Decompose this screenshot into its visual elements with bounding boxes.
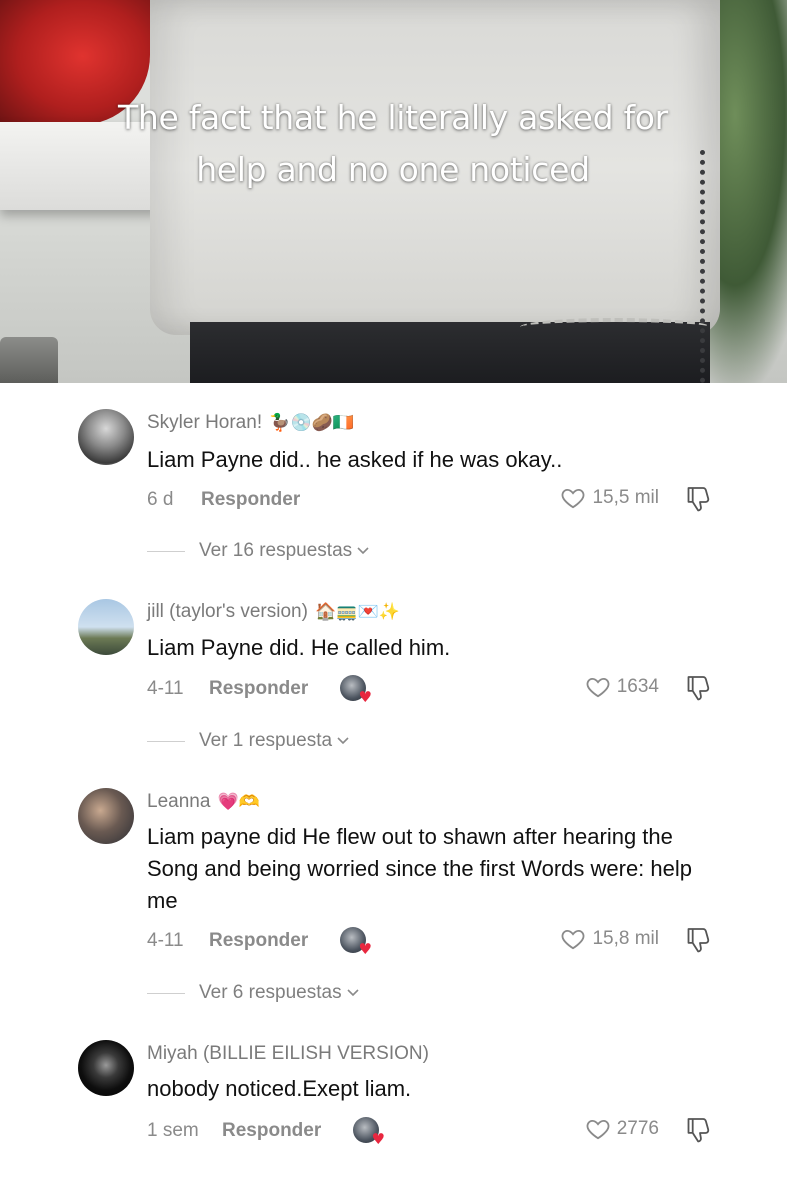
comment-username[interactable]: jill (taylor's version) 🏠🚃💌✨ [147, 601, 400, 623]
like-button[interactable]: 2776 [585, 1116, 659, 1142]
heart-icon [562, 929, 585, 950]
avatar[interactable] [78, 1040, 134, 1096]
comment-text: Liam Payne did. He called him. [147, 635, 451, 660]
dislike-icon[interactable] [683, 484, 713, 514]
reply-button[interactable]: Responder [222, 1120, 321, 1142]
heart-icon [562, 488, 585, 509]
divider-line [147, 992, 185, 994]
view-replies-button[interactable]: Ver 1 respuesta [147, 730, 350, 752]
heart-icon [586, 1119, 610, 1140]
username-emoji: 💗🫶 [217, 792, 261, 812]
comment-date: 4-11 [147, 678, 184, 699]
creator-liked-avatar: ♥ [340, 675, 372, 705]
like-button[interactable]: 15,5 mil [560, 485, 659, 511]
creator-liked-avatar: ♥ [340, 927, 372, 957]
heart-icon: ♥ [371, 1130, 385, 1148]
comment-text: nobody noticed.Exept liam. [147, 1076, 412, 1101]
username-emoji: 🏠🚃💌✨ [315, 602, 400, 622]
video-frame[interactable]: The fact that he literally asked for hel… [0, 0, 787, 383]
dislike-icon[interactable] [683, 925, 713, 955]
avatar[interactable] [78, 409, 134, 465]
reply-button[interactable]: Responder [209, 678, 308, 700]
comment-date: 4-11 [147, 930, 184, 951]
view-replies-button[interactable]: Ver 6 respuestas [147, 982, 360, 1004]
comment-date: 1 sem [147, 1120, 199, 1141]
heart-icon [586, 677, 610, 698]
creator-liked-avatar: ♥ [353, 1117, 385, 1147]
like-button[interactable]: 1634 [585, 674, 659, 700]
dislike-icon[interactable] [683, 673, 713, 703]
avatar[interactable] [78, 788, 134, 844]
video-chain [520, 318, 710, 336]
video-jar [0, 337, 58, 383]
avatar[interactable] [78, 599, 134, 655]
like-count: 2776 [616, 1118, 659, 1139]
reply-button[interactable]: Responder [201, 489, 300, 511]
video-chain-right [700, 150, 727, 383]
heart-icon: ♥ [358, 940, 372, 958]
comment-date: 6 d [147, 489, 174, 510]
like-count: 15,5 mil [592, 487, 659, 508]
chevron-down-icon [347, 989, 359, 997]
view-replies-button[interactable]: Ver 16 respuestas [147, 540, 370, 562]
like-count: 15,8 mil [592, 928, 659, 949]
video-caption: The fact that he literally asked for hel… [118, 98, 668, 189]
heart-icon: ♥ [358, 688, 372, 706]
chevron-down-icon [357, 547, 369, 555]
comment-username[interactable]: Miyah (BILLIE EILISH VERSION) [147, 1043, 429, 1065]
comment-username[interactable]: Leanna 💗🫶 [147, 791, 260, 813]
comment-text: Liam Payne did.. he asked if he was okay… [147, 447, 563, 472]
comment-username[interactable]: Skyler Horan! 🦆💿🥔🇮🇪 [147, 412, 354, 434]
dislike-icon[interactable] [683, 1115, 713, 1145]
divider-line [147, 550, 185, 552]
username-emoji: 🦆💿🥔🇮🇪 [269, 413, 355, 433]
divider-line [147, 740, 185, 742]
chevron-down-icon [337, 737, 349, 745]
reply-button[interactable]: Responder [209, 930, 308, 952]
comment-text: Liam payne did He flew out to shawn afte… [147, 824, 692, 913]
like-count: 1634 [616, 676, 659, 697]
like-button[interactable]: 15,8 mil [560, 926, 659, 952]
